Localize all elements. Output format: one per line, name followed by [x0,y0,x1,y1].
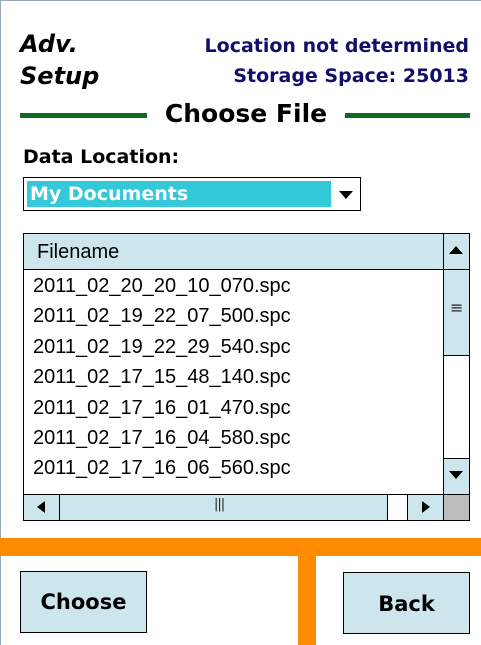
footer-divider-vertical [298,538,316,645]
scroll-down-arrow-icon[interactable] [444,458,469,494]
screen-title: Adv. Setup [20,28,99,92]
location-status: Location not determined [204,35,469,57]
scroll-up-arrow-icon[interactable] [444,234,469,270]
file-list-item[interactable]: 2011_02_20_20_10_070.spc [24,271,444,301]
file-list-item[interactable]: 2011_02_19_22_07_500.spc [24,301,444,331]
file-list-item[interactable]: 2011_02_17_16_01_470.spc [24,393,444,423]
horizontal-scroll-thumb[interactable] [60,495,388,520]
vertical-scroll-thumb[interactable] [444,270,469,356]
screen-title-line2: Setup [20,62,100,90]
section-rule-right [345,113,470,118]
choose-button[interactable]: Choose [20,571,147,633]
horizontal-scrollbar[interactable] [24,494,444,520]
file-list-item[interactable]: 2011_02_17_15_48_140.spc [24,362,444,392]
storage-space: Storage Space: 25013 [233,65,469,87]
file-list-item[interactable]: 2011_02_17_16_06_560.spc [24,453,444,483]
window-top-border [0,0,481,1]
chevron-down-icon[interactable] [339,191,353,199]
filename-column-header[interactable]: Filename [24,234,444,270]
scroll-right-arrow-icon[interactable] [408,495,444,520]
scroll-left-arrow-icon[interactable] [24,495,60,520]
footer-divider-horizontal [0,538,481,556]
file-list-item[interactable]: 2011_02_17_16_04_580.spc [24,423,444,453]
data-location-selected: My Documents [27,181,331,207]
screen-title-line1: Adv. [20,30,78,58]
file-list[interactable]: Filename 2011_02_20_20_10_070.spc 2011_02… [23,233,470,521]
back-button[interactable]: Back [343,572,470,634]
horizontal-scroll-track[interactable] [388,495,408,520]
vertical-scrollbar[interactable] [443,234,469,494]
file-list-item[interactable]: 2011_02_19_22_29_540.spc [24,332,444,362]
section-rule-left [20,113,147,118]
status-panel: Location not determined Storage Space: 2… [205,31,469,91]
data-location-label: Data Location: [23,146,180,168]
section-title: Choose File [164,99,328,128]
file-rows: 2011_02_20_20_10_070.spc 2011_02_19_22_07… [24,271,444,484]
scrollbar-corner [443,494,469,520]
data-location-dropdown[interactable]: My Documents [23,177,361,211]
